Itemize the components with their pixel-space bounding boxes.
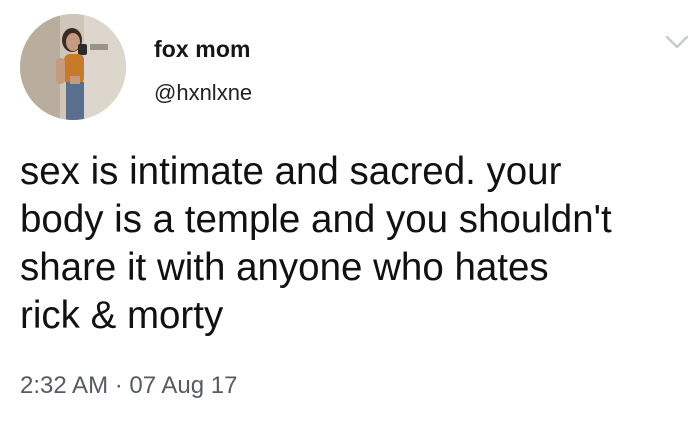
- tweet-card: fox mom @hxnlxne sex is intimate and sac…: [0, 0, 700, 423]
- avatar-photo-icon: [20, 14, 126, 120]
- display-name[interactable]: fox mom: [154, 36, 251, 63]
- chevron-down-icon[interactable]: [664, 32, 690, 52]
- user-handle[interactable]: @hxnlxne: [154, 80, 252, 106]
- tweet-text: sex is intimate and sacred. your body is…: [20, 150, 612, 337]
- profile-avatar[interactable]: [20, 14, 126, 120]
- tweet-timestamp[interactable]: 2:32 AM · 07 Aug 17: [20, 372, 238, 400]
